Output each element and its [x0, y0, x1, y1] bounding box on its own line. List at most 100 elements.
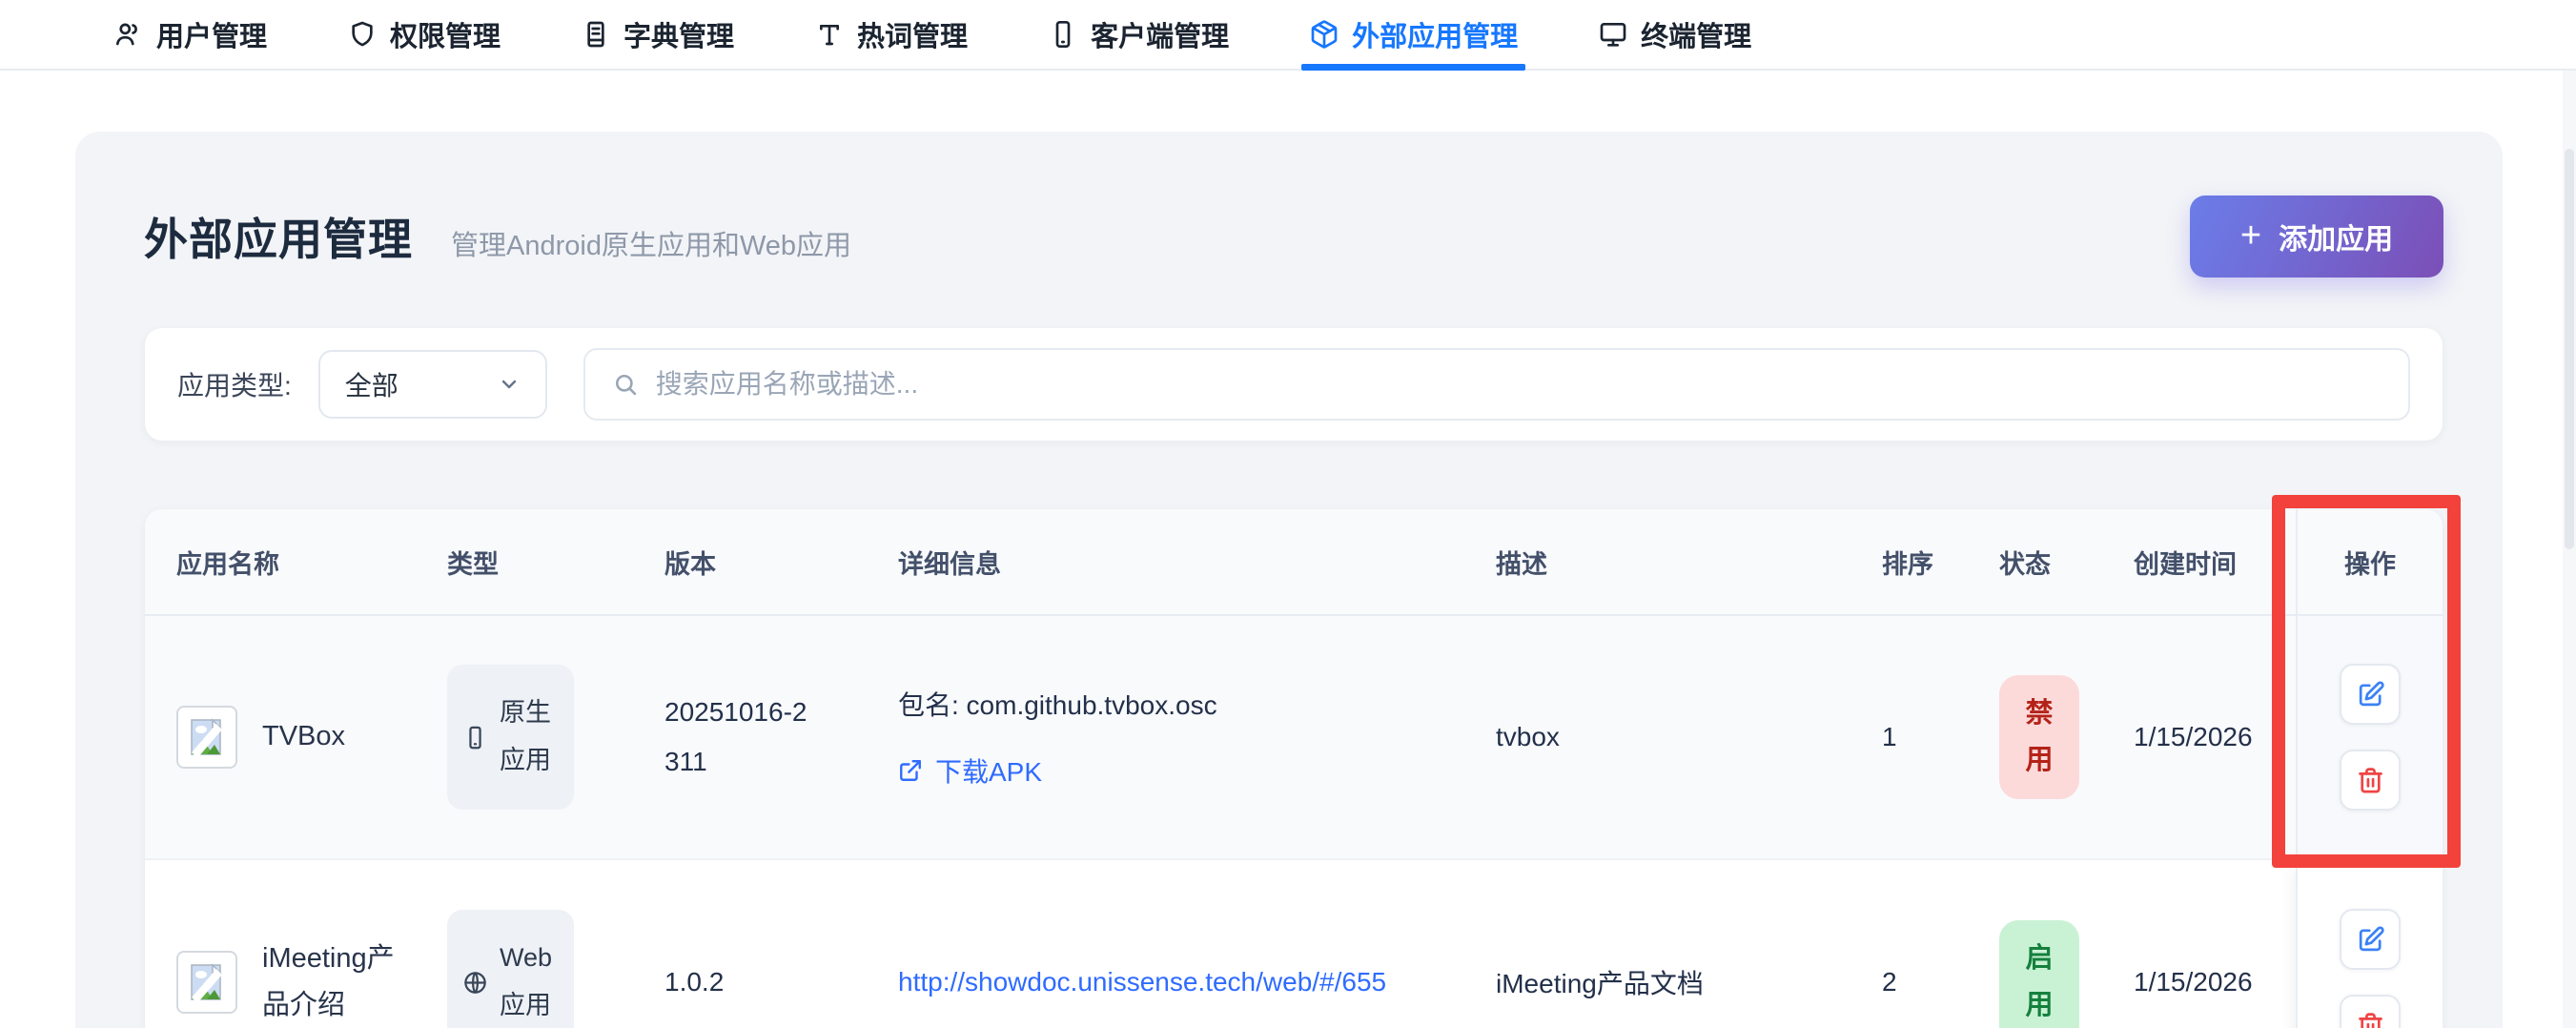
app-name-cell: iMeeting产品介绍: [145, 860, 447, 1028]
details-content: 包名: com.github.tvbox.osc 下载APK: [898, 685, 1217, 790]
top-tabbar: 用户管理 权限管理 字典管理 热词管理 客户端管理 外部应用管理 终端管理: [0, 0, 2576, 71]
trash-icon: [2356, 766, 2385, 795]
active-tab-underline: [1301, 64, 1525, 71]
download-apk-link[interactable]: 下载APK: [898, 751, 1217, 790]
tab-label: 字典管理: [624, 14, 734, 54]
app-name-cell: TVBox: [145, 616, 447, 858]
sort-cell: 2: [1882, 860, 1982, 1028]
version-text: 20251016-2311: [664, 688, 822, 787]
type-badge-label: Web应用: [500, 935, 559, 1028]
broken-image-icon: [176, 706, 237, 769]
edit-button[interactable]: [2340, 664, 2401, 725]
monitor-icon: [1598, 19, 1628, 50]
created-cell: 1/15/2026: [2099, 860, 2296, 1028]
header-type: 类型: [447, 509, 664, 614]
tab-dictionary-management[interactable]: 字典管理: [581, 0, 734, 69]
app-type-selected-value: 全部: [345, 365, 399, 403]
status-badge-disabled: 禁用: [1999, 675, 2079, 800]
actions-group: [2340, 664, 2401, 811]
smartphone-icon: [462, 725, 488, 750]
delete-button[interactable]: [2340, 750, 2401, 811]
sort-value: 2: [1882, 967, 1897, 997]
page-subtitle: 管理Android原生应用和Web应用: [451, 223, 851, 263]
actions-cell: [2296, 860, 2443, 1028]
apps-table: 应用名称 类型 版本 详细信息 描述 排序 状态 创建时间 操作 TVBox: [145, 509, 2443, 1028]
package-name: 包名: com.github.tvbox.osc: [898, 685, 1217, 723]
details-cell: http://showdoc.unissense.tech/web/#/655: [898, 860, 1496, 1028]
broken-image-icon: [176, 951, 237, 1014]
table-row-imeeting: iMeeting产品介绍 Web应用 1.0.2 http://showdoc.…: [145, 860, 2443, 1028]
tab-label: 热词管理: [857, 14, 968, 54]
description-cell: tvbox: [1496, 616, 1882, 858]
scrollbar-thumb[interactable]: [2565, 149, 2574, 549]
version-cell: 1.0.2: [664, 860, 898, 1028]
description-cell: iMeeting产品文档: [1496, 860, 1882, 1028]
tab-label: 客户端管理: [1091, 14, 1229, 54]
header-created: 创建时间: [2099, 509, 2296, 614]
tab-terminal-management[interactable]: 终端管理: [1598, 0, 1751, 69]
page-title: 外部应用管理: [144, 205, 413, 268]
version-text: 1.0.2: [664, 957, 822, 1007]
status-label: 禁用: [2024, 690, 2055, 785]
table-header-row: 应用名称 类型 版本 详细信息 描述 排序 状态 创建时间 操作: [145, 509, 2443, 616]
text-icon: [814, 19, 845, 50]
filter-bar: 应用类型: 全部: [145, 328, 2443, 441]
page-header: 外部应用管理 管理Android原生应用和Web应用 + 添加应用: [144, 189, 2443, 284]
actions-cell: [2296, 616, 2443, 858]
dictionary-icon: [581, 19, 611, 50]
app-type-select[interactable]: 全部: [318, 350, 547, 419]
smartphone-icon: [1048, 19, 1078, 50]
tab-label: 外部应用管理: [1352, 14, 1518, 54]
table-row-tvbox: TVBox 原生应用 20251016-2311 包名: com.github.…: [145, 616, 2443, 860]
tab-hotword-management[interactable]: 热词管理: [814, 0, 968, 69]
description-text: iMeeting产品文档: [1496, 963, 1704, 1001]
edit-button[interactable]: [2340, 909, 2401, 970]
header-app-name: 应用名称: [145, 509, 447, 614]
title-wrap: 外部应用管理 管理Android原生应用和Web应用: [144, 205, 851, 268]
add-app-button[interactable]: + 添加应用: [2190, 195, 2443, 278]
chevron-down-icon: [498, 373, 521, 396]
search-icon: [612, 371, 639, 398]
header-actions: 操作: [2296, 509, 2443, 614]
status-cell: 禁用: [1982, 616, 2099, 858]
tab-label: 终端管理: [1641, 14, 1751, 54]
app-type-cell: Web应用: [447, 860, 664, 1028]
tab-user-management[interactable]: 用户管理: [113, 0, 267, 69]
app-type-label: 应用类型:: [177, 365, 292, 403]
users-icon: [113, 19, 144, 50]
type-badge-label: 原生应用: [500, 689, 559, 785]
details-cell: 包名: com.github.tvbox.osc 下载APK: [898, 616, 1496, 858]
version-cell: 20251016-2311: [664, 616, 898, 858]
plus-icon: +: [2240, 217, 2261, 254]
edit-icon: [2356, 680, 2385, 709]
cube-icon: [1309, 19, 1339, 50]
header-details: 详细信息: [898, 509, 1496, 614]
actions-group: [2340, 909, 2401, 1028]
screen: 用户管理 权限管理 字典管理 热词管理 客户端管理 外部应用管理 终端管理: [0, 0, 2576, 1028]
edit-icon: [2356, 925, 2385, 955]
tab-label: 权限管理: [390, 14, 501, 54]
tab-permission-management[interactable]: 权限管理: [347, 0, 501, 69]
header-version: 版本: [664, 509, 898, 614]
add-app-button-label: 添加应用: [2279, 216, 2393, 257]
created-date: 1/15/2026: [2134, 722, 2253, 752]
header-sort: 排序: [1882, 509, 1982, 614]
tab-external-app-management[interactable]: 外部应用管理: [1309, 0, 1518, 69]
status-cell: 启用: [1982, 860, 2099, 1028]
tab-label: 用户管理: [156, 14, 267, 54]
sort-cell: 1: [1882, 616, 1982, 858]
external-app-panel: 外部应用管理 管理Android原生应用和Web应用 + 添加应用 应用类型: …: [75, 132, 2503, 1028]
header-status: 状态: [1982, 509, 2099, 614]
tab-client-management[interactable]: 客户端管理: [1048, 0, 1229, 69]
app-type-cell: 原生应用: [447, 616, 664, 858]
delete-button[interactable]: [2340, 995, 2401, 1028]
search-input[interactable]: [656, 369, 2382, 400]
type-badge-native: 原生应用: [447, 665, 574, 810]
created-date: 1/15/2026: [2134, 967, 2253, 997]
app-name: TVBox: [262, 713, 415, 760]
scrollbar-track: [2563, 71, 2576, 1028]
app-url-link[interactable]: http://showdoc.unissense.tech/web/#/655: [898, 967, 1406, 997]
globe-icon: [462, 970, 488, 996]
header-description: 描述: [1496, 509, 1882, 614]
status-badge-enabled: 启用: [1999, 920, 2079, 1028]
